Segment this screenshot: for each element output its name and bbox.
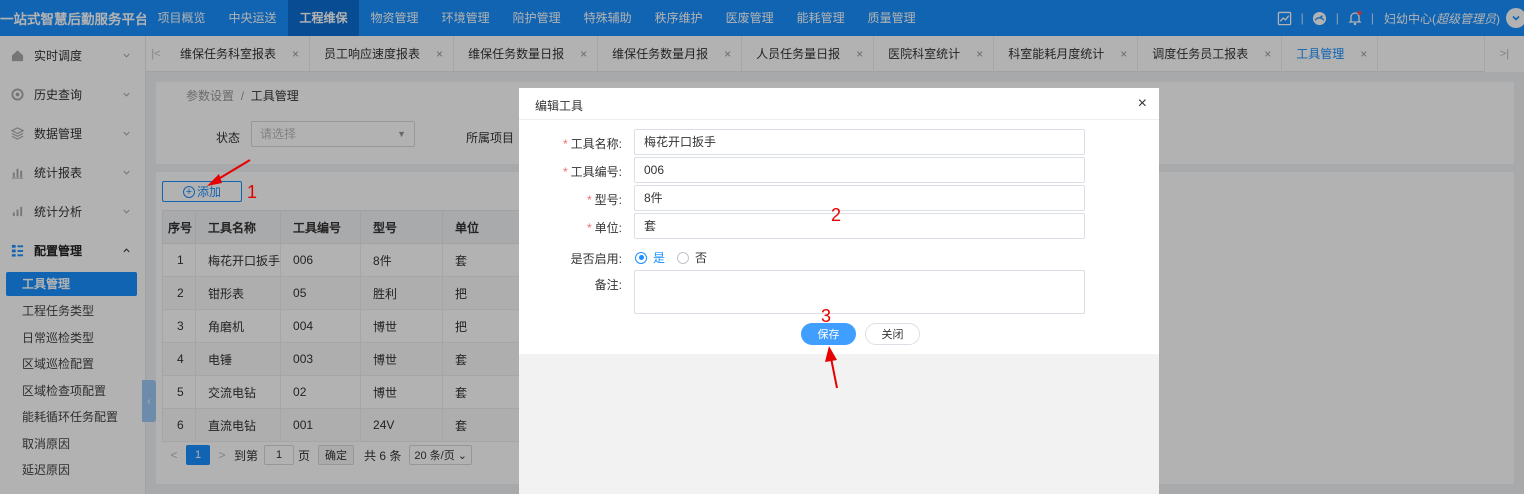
dialog-title: 编辑工具 bbox=[535, 99, 584, 113]
form-label-text: 型号: bbox=[594, 193, 622, 207]
form-label: * 型号: bbox=[587, 191, 622, 208]
form-row-tool-code: * 工具编号: 006 bbox=[519, 157, 1159, 183]
radio-unchecked-icon bbox=[677, 251, 689, 264]
annotation-step-3: 3 bbox=[821, 306, 832, 326]
required-mark: * bbox=[562, 137, 568, 151]
edit-tool-dialog: 编辑工具 × * 工具名称: 梅花开口扳手 * 工具编号: 006 * 型号: 8件 … bbox=[519, 88, 1159, 494]
model-input[interactable]: 8件 bbox=[634, 185, 1085, 211]
unit-input[interactable]: 套 bbox=[634, 213, 1085, 239]
radio-label: 否 bbox=[695, 251, 708, 265]
form-label: 是否启用: bbox=[570, 252, 622, 266]
form-label-text: 工具编号: bbox=[570, 165, 622, 179]
form-label-text: 工具名称: bbox=[570, 137, 622, 151]
form-label: * 工具名称: bbox=[563, 135, 622, 152]
dialog-form: * 工具名称: 梅花开口扳手 * 工具编号: 006 * 型号: 8件 * 单位: 套 … bbox=[519, 120, 1159, 354]
app-root: 一站式智慧后勤服务平台 项目概览 中央运送 工程维保 物资管理 环境管理 陪护管… bbox=[0, 0, 1524, 494]
required-mark: * bbox=[586, 221, 592, 235]
form-label-text: 单位: bbox=[594, 221, 622, 235]
enabled-no-radio[interactable]: 否 bbox=[677, 249, 707, 266]
form-label: * 单位: bbox=[587, 219, 622, 236]
close-icon[interactable]: × bbox=[1138, 96, 1147, 112]
annotation-step-2: 2 bbox=[831, 205, 842, 225]
close-button[interactable]: 关闭 bbox=[865, 323, 920, 345]
form-row-remark: 备注: bbox=[519, 270, 1159, 314]
required-mark: * bbox=[586, 193, 592, 207]
required-mark: * bbox=[562, 165, 568, 179]
tool-name-input[interactable]: 梅花开口扳手 bbox=[634, 129, 1085, 155]
form-row-enabled: 是否启用: 是 否 bbox=[519, 244, 1159, 270]
form-label: 备注: bbox=[594, 278, 622, 292]
enabled-yes-radio[interactable]: 是 bbox=[635, 249, 665, 266]
radio-checked-icon bbox=[635, 251, 647, 264]
tool-code-input[interactable]: 006 bbox=[634, 157, 1085, 183]
annotation-step-1: 1 bbox=[247, 182, 258, 202]
form-label: * 工具编号: bbox=[563, 163, 622, 180]
dialog-header: 编辑工具 × bbox=[519, 88, 1159, 120]
radio-label: 是 bbox=[653, 251, 666, 265]
remark-textarea[interactable] bbox=[634, 270, 1085, 314]
form-row-tool-name: * 工具名称: 梅花开口扳手 bbox=[519, 129, 1159, 155]
